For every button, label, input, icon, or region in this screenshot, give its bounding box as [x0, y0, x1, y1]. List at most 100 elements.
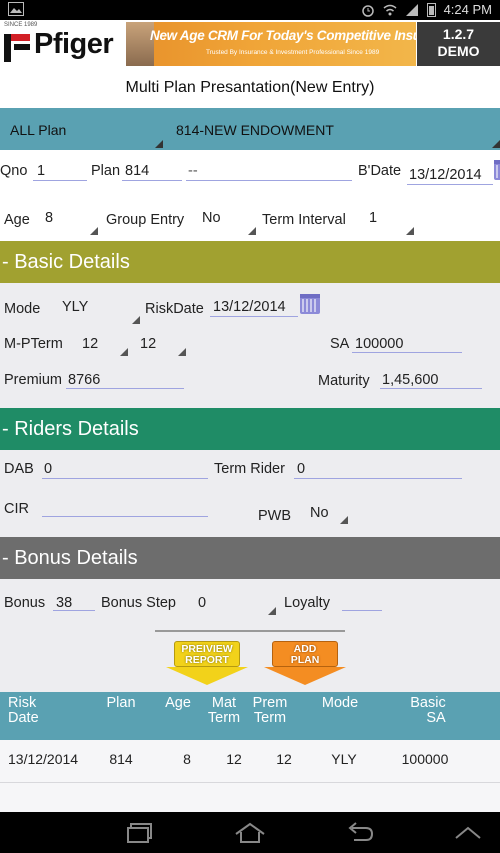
bonus-step-value: 0	[198, 595, 207, 611]
pterm-value: 12	[140, 336, 157, 352]
banner-title: New Age CRM For Today's Competitive Insu…	[150, 28, 416, 43]
mterm-spinner[interactable]: 12	[76, 330, 130, 358]
preview-line-2: REPORT	[185, 654, 229, 666]
age-spinner[interactable]: 8	[40, 205, 100, 235]
term-interval-value: 1	[369, 210, 378, 226]
version-mode: DEMO	[437, 43, 480, 59]
chevron-down-icon	[248, 227, 256, 235]
term-interval-spinner[interactable]: 1	[362, 205, 414, 235]
dab-underline	[42, 478, 208, 479]
back-icon[interactable]	[340, 820, 380, 846]
pterm-spinner[interactable]: 12	[134, 330, 188, 358]
bonus-underline	[53, 610, 95, 611]
bonus-details-header[interactable]: - Bonus Details	[0, 537, 500, 579]
riskdate-label: RiskDate	[145, 301, 204, 317]
chevron-down-icon	[340, 516, 348, 524]
arrow-down-icon	[264, 667, 346, 685]
dab-input[interactable]: 0	[44, 461, 52, 477]
bdate-input[interactable]: 13/12/2014	[409, 167, 482, 183]
recent-apps-icon[interactable]	[120, 820, 160, 846]
basic-details-header[interactable]: - Basic Details	[0, 241, 500, 283]
maturity-input[interactable]: 1,45,600	[382, 372, 438, 388]
calendar-icon[interactable]	[494, 160, 500, 180]
loyalty-underline	[342, 610, 382, 611]
cell-age: 8	[183, 751, 191, 767]
plan-category-value: ALL Plan	[10, 122, 67, 138]
age-value: 8	[45, 210, 54, 226]
chevron-down-icon	[406, 227, 414, 235]
arrow-down-icon	[166, 667, 248, 685]
pfiger-logo: SINCE 1989 Pfiger	[2, 22, 124, 66]
riskdate-underline	[210, 316, 298, 317]
bonus-step-label: Bonus Step	[101, 595, 176, 611]
riders-details-header[interactable]: - Riders Details	[0, 408, 500, 450]
maturity-underline	[380, 388, 482, 389]
add-plan-label: ADD PLAN	[264, 644, 346, 666]
bdate-label: B'Date	[358, 163, 402, 179]
plan-category-spinner[interactable]: ALL Plan	[0, 108, 165, 150]
riskdate-input[interactable]: 13/12/2014	[213, 299, 286, 315]
pwb-label: PWB	[258, 508, 292, 524]
cell-risk-date: 13/12/2014	[8, 751, 79, 767]
bonus-input[interactable]: 38	[56, 595, 72, 611]
plan-underline	[122, 180, 182, 181]
logo-text: Pfiger	[34, 28, 114, 60]
wifi-icon	[383, 3, 397, 17]
entry-row-1: Qno 1 Plan 814 -- B'Date 13/12/2014	[0, 150, 500, 195]
add-plan-button[interactable]: ADD PLAN	[264, 641, 346, 685]
banner-subtitle: Trusted By Insurance & Investment Profes…	[206, 49, 380, 56]
age-label: Age	[4, 212, 30, 228]
status-time: 4:24 PM	[443, 2, 492, 17]
plan-selector-bar: ALL Plan 814-NEW ENDOWMENT	[0, 108, 500, 150]
cell-mode: YLY	[331, 751, 357, 767]
chevron-down-icon	[90, 227, 98, 235]
chevron-down-icon	[178, 348, 186, 356]
divider	[155, 630, 345, 632]
premium-input[interactable]: 8766	[68, 372, 100, 388]
column-header-risk-date: Risk Date	[8, 695, 39, 726]
plan-input[interactable]: 814	[125, 163, 149, 179]
column-header-prem-term: Prem Term	[252, 695, 288, 726]
sa-input[interactable]: 100000	[355, 336, 403, 352]
premium-underline	[66, 388, 184, 389]
dab-label: DAB	[4, 461, 34, 477]
mode-label: Mode	[4, 301, 41, 317]
chevron-up-icon[interactable]	[448, 820, 488, 846]
mode-spinner[interactable]: YLY	[56, 294, 142, 324]
mode-value: YLY	[62, 299, 89, 315]
chevron-down-icon	[120, 348, 128, 356]
column-header-mat-term: Mat Term	[207, 695, 241, 726]
android-nav-bar	[0, 812, 500, 853]
add-line-2: PLAN	[290, 654, 320, 666]
cir-label: CIR	[4, 501, 29, 517]
term-rider-input[interactable]: 0	[297, 461, 305, 477]
logo-since: SINCE 1989	[4, 22, 38, 28]
signal-icon	[405, 3, 419, 17]
plan-name-spinner[interactable]: 814-NEW ENDOWMENT	[170, 108, 500, 150]
column-header-age: Age	[165, 695, 191, 711]
bonus-step-spinner[interactable]: 0	[192, 588, 278, 616]
column-header-plan: Plan	[106, 695, 136, 711]
group-entry-spinner[interactable]: No	[196, 205, 256, 235]
pwb-spinner[interactable]: No	[304, 500, 350, 526]
cell-prem-term: 12	[276, 751, 292, 767]
calendar-icon[interactable]	[300, 294, 320, 314]
qno-input[interactable]: 1	[37, 163, 45, 179]
app-header: SINCE 1989 Pfiger New Age CRM For Today'…	[0, 20, 500, 68]
preview-report-button[interactable]: PREIVIEW REPORT	[166, 641, 248, 685]
logo-mark-icon	[4, 34, 34, 62]
table-row[interactable]: 13/12/2014 814 8 12 12 YLY 100000	[0, 740, 500, 782]
entry-row-2: Age 8 Group Entry No Term Interval 1	[0, 195, 500, 241]
bonus-label: Bonus	[4, 595, 46, 611]
home-icon[interactable]	[230, 820, 270, 846]
mterm-value: 12	[82, 336, 99, 352]
version-badge: 1.2.7 DEMO	[417, 22, 500, 66]
term-rider-underline	[294, 478, 462, 479]
plan-name-field[interactable]: --	[188, 163, 198, 179]
qno-underline	[33, 180, 87, 181]
column-header-basic-sa: Basic SA	[410, 695, 446, 726]
plan-label: Plan	[91, 163, 121, 179]
pwb-value: No	[310, 505, 329, 521]
plan-name-underline	[186, 180, 352, 181]
chevron-down-icon	[268, 607, 276, 615]
